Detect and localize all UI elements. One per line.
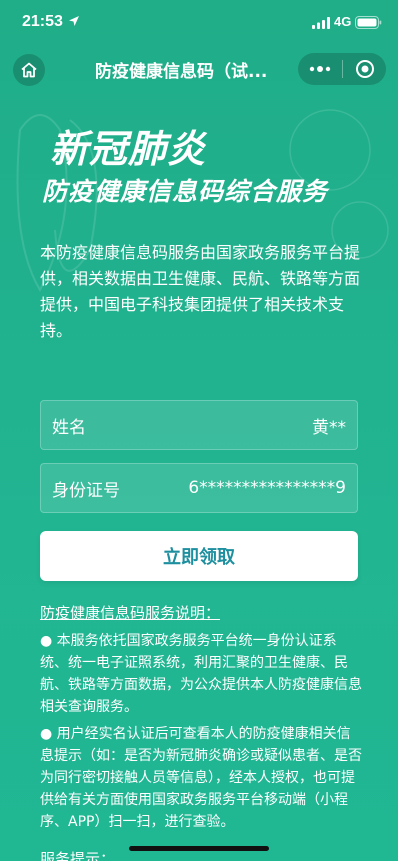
battery-icon <box>355 16 382 29</box>
name-label: 姓名 <box>52 417 86 438</box>
id-number-value: 6****************9 <box>188 478 346 498</box>
service-notes-title[interactable]: 防疫健康信息码服务说明： <box>40 602 220 623</box>
network-type: 4G <box>334 14 352 29</box>
id-number-label: 身份证号 <box>52 480 120 501</box>
close-button[interactable] <box>343 53 386 85</box>
close-target-icon <box>355 60 374 78</box>
page-title: 防疫健康信息码（试... <box>95 62 268 82</box>
name-value: 黄** <box>312 417 346 438</box>
id-number-field[interactable]: 身份证号 6****************9 <box>40 463 358 513</box>
home-indicator[interactable] <box>129 846 269 851</box>
mini-program-capsule <box>298 53 386 85</box>
hero-title: 新冠肺炎 <box>50 127 207 171</box>
service-note-item: ● 本服务依托国家政务服务平台统一身份认证系统、统一电子证照系统，利用汇聚的卫生… <box>40 633 362 715</box>
name-field[interactable]: 姓名 黄** <box>40 400 358 450</box>
intro-text: 本防疫健康信息码服务由国家政务服务平台提供，相关数据由卫生健康、民航、铁路等方面… <box>40 243 361 340</box>
home-button[interactable] <box>13 54 45 86</box>
service-note-item: ● 用户经实名认证后可查看本人的防疫健康相关信息提示（如：是否为新冠肺炎确诊或疑… <box>40 726 362 830</box>
hero-subtitle: 防疫健康信息码综合服务 <box>42 177 329 206</box>
location-arrow-icon <box>69 16 79 26</box>
signal-bars-icon <box>312 17 330 29</box>
nav-bar: 防疫健康信息码（试... <box>0 44 398 92</box>
status-bar: 21:53 4G <box>0 0 398 44</box>
home-icon <box>21 62 37 78</box>
claim-button[interactable]: 立即领取 <box>40 531 358 581</box>
service-tip-heading: 服务提示： <box>40 850 116 861</box>
more-button[interactable] <box>298 53 342 85</box>
more-dots-icon <box>309 66 331 72</box>
status-time: 21:53 <box>22 13 63 30</box>
